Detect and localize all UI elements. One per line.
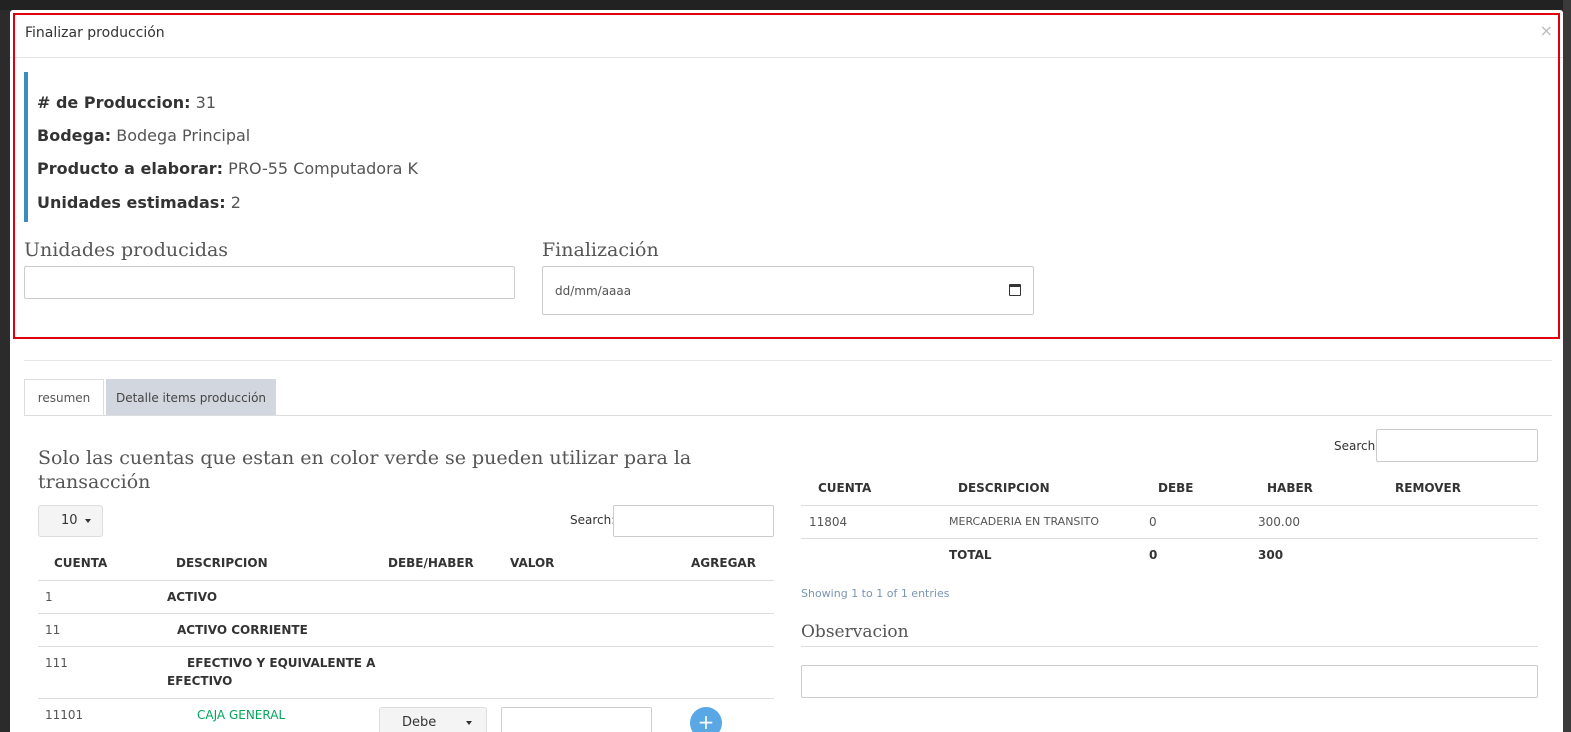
left-header-line <box>38 580 774 581</box>
modal-title: Finalizar producción <box>25 25 165 41</box>
left-col-descripcion[interactable]: DESCRIPCION <box>176 556 268 570</box>
debe-haber-value: Debe <box>402 715 437 730</box>
row-cuenta: 1 <box>45 590 53 604</box>
production-number: # de Produccion: 31 <box>37 93 216 112</box>
row-line <box>801 538 1538 539</box>
product: Producto a elaborar: PRO-55 Computadora … <box>37 159 418 178</box>
right-col-remover[interactable]: REMOVER <box>1395 481 1461 495</box>
left-search-label: Search: <box>570 513 616 527</box>
row-cuenta: 11101 <box>45 708 84 722</box>
entries-info: Showing 1 to 1 of 1 entries <box>801 587 950 600</box>
row-cuenta: 111 <box>45 656 68 670</box>
observation-divider <box>801 646 1538 647</box>
finalize-production-modal: Finalizar producción × # de Produccion: … <box>10 10 1563 732</box>
tabs-underline <box>24 415 1552 416</box>
left-col-valor[interactable]: VALOR <box>510 556 554 570</box>
row-descripcion: ACTIVO <box>167 590 218 604</box>
production-number-value: 31 <box>195 93 216 112</box>
finalization-label: Finalización <box>542 239 659 261</box>
row-cuenta: 11804 <box>809 515 848 529</box>
row-descripcion[interactable]: CAJA GENERAL <box>197 708 285 722</box>
right-header-line <box>801 505 1538 506</box>
debe-haber-dropdown[interactable]: Debe <box>379 707 487 732</box>
close-icon[interactable]: × <box>1540 21 1553 40</box>
row-descripcion: ACTIVO CORRIENTE <box>177 623 308 637</box>
tab-detalle-items[interactable]: Detalle items producción <box>106 379 276 416</box>
right-col-haber[interactable]: HABER <box>1267 481 1313 495</box>
row-line <box>38 646 774 647</box>
right-col-cuenta[interactable]: CUENTA <box>818 481 871 495</box>
total-haber: 300 <box>1258 548 1284 562</box>
production-info-callout: # de Produccion: 31 Bodega: Bodega Princ… <box>24 72 1554 222</box>
left-col-cuenta[interactable]: CUENTA <box>54 556 107 570</box>
right-col-descripcion[interactable]: DESCRIPCION <box>958 481 1050 495</box>
row-descripcion-line1: EFECTIVO Y EQUIVALENTE A <box>187 656 376 670</box>
page-scrollbar[interactable] <box>1563 0 1571 732</box>
date-placeholder: dd/mm/aaaa <box>555 284 632 298</box>
produced-units-input[interactable] <box>24 266 515 299</box>
tab-resumen[interactable]: resumen <box>24 379 104 416</box>
section-divider <box>24 360 1552 361</box>
left-col-agregar[interactable]: AGREGAR <box>691 556 756 570</box>
row-debe: 0 <box>1149 515 1157 529</box>
row-line <box>38 698 774 699</box>
estimated-units-label: Unidades estimadas: <box>37 193 226 212</box>
left-search-input[interactable] <box>613 505 774 537</box>
estimated-units-value: 2 <box>230 193 241 212</box>
row-descripcion: MERCADERIA EN TRANSITO <box>949 515 1100 528</box>
valor-input[interactable] <box>501 707 652 732</box>
row-line <box>38 613 774 614</box>
warehouse: Bodega: Bodega Principal <box>37 126 250 145</box>
warehouse-label: Bodega: <box>37 126 112 145</box>
produced-units-label: Unidades producidas <box>24 239 229 261</box>
total-label: TOTAL <box>949 548 992 562</box>
modal-header: Finalizar producción × <box>10 10 1563 58</box>
caret-down-icon <box>84 518 91 523</box>
calendar-icon[interactable] <box>1009 284 1021 296</box>
accounts-hint-title: Solo las cuentas que estan en color verd… <box>38 447 692 493</box>
row-cuenta: 11 <box>45 623 61 637</box>
right-search-input[interactable] <box>1376 429 1538 462</box>
right-search-label: Search: <box>1334 439 1380 453</box>
row-haber: 300.00 <box>1258 515 1300 529</box>
product-label: Producto a elaborar: <box>37 159 224 178</box>
total-debe: 0 <box>1149 548 1158 562</box>
left-col-debe-haber[interactable]: DEBE/HABER <box>388 556 474 570</box>
caret-down-icon <box>466 720 473 725</box>
row-descripcion-line2: EFECTIVO <box>167 674 233 688</box>
production-number-label: # de Produccion: <box>37 93 191 112</box>
app-topbar <box>0 0 1571 10</box>
warehouse-value: Bodega Principal <box>116 126 251 145</box>
product-value: PRO-55 Computadora K <box>228 159 419 178</box>
estimated-units: Unidades estimadas: 2 <box>37 193 241 212</box>
observation-input[interactable] <box>801 665 1538 698</box>
page-length-select[interactable]: 10 <box>38 505 103 537</box>
observation-label: Observacion <box>801 622 909 642</box>
right-col-debe[interactable]: DEBE <box>1158 481 1194 495</box>
add-icon[interactable]: + <box>690 707 722 732</box>
page-length-value: 10 <box>61 513 78 528</box>
finalization-date-input[interactable]: dd/mm/aaaa <box>542 266 1034 315</box>
